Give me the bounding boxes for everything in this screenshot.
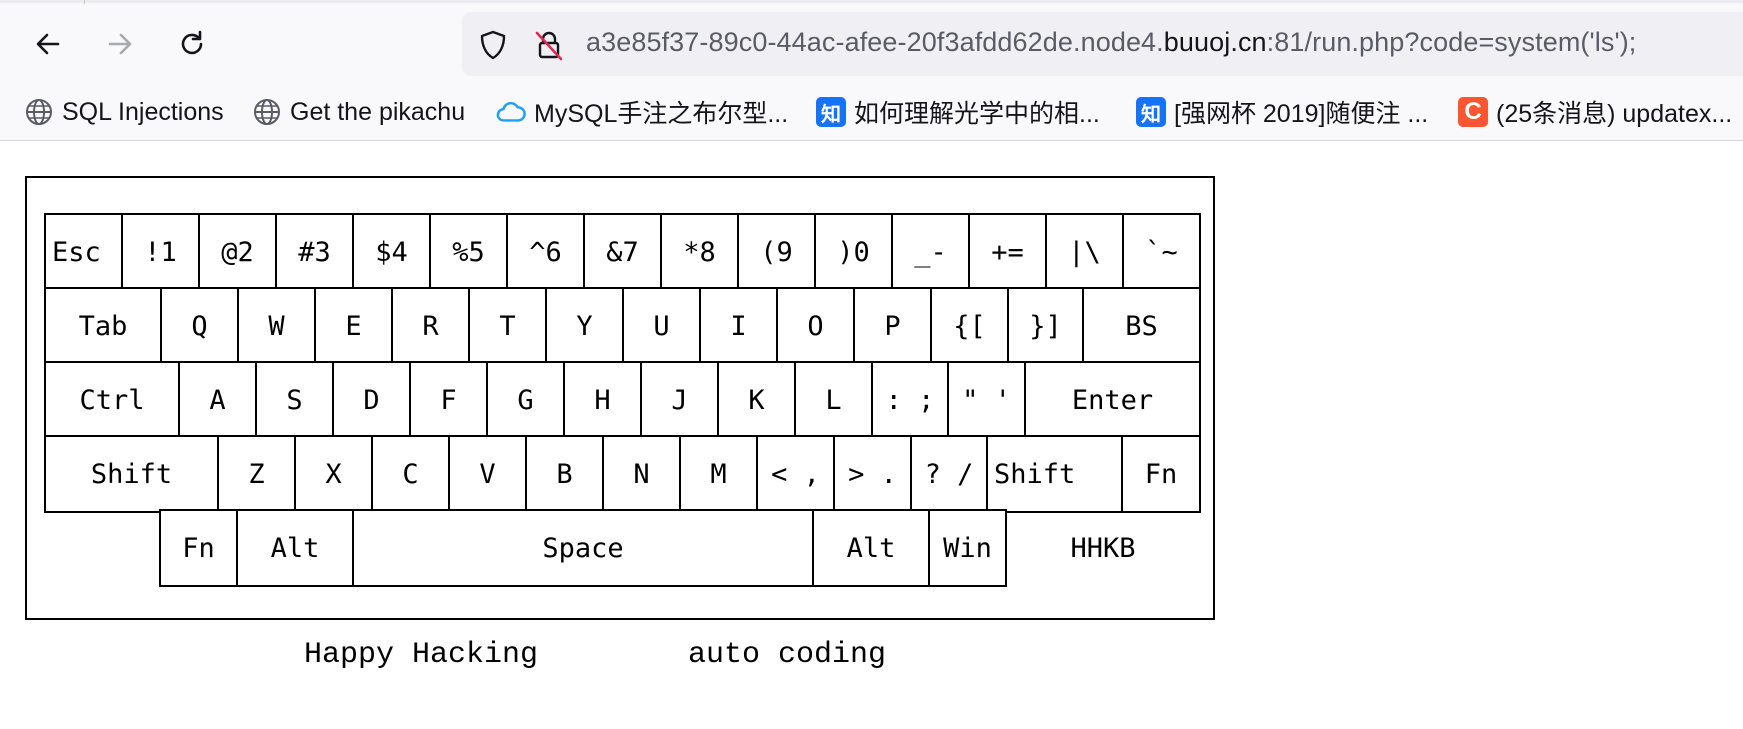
caption-happy-hacking: Happy Hacking <box>304 638 539 672</box>
forward-button[interactable] <box>100 24 140 64</box>
key: C <box>371 435 450 513</box>
key: Z <box>217 435 296 513</box>
csdn-icon: C <box>1458 97 1488 127</box>
key: Enter <box>1024 361 1201 439</box>
key: ^6 <box>506 213 585 291</box>
key: _- <box>891 213 970 291</box>
key: A <box>178 361 257 439</box>
key: !1 <box>121 213 200 291</box>
key: Alt <box>812 509 930 587</box>
key: Tab <box>44 287 162 365</box>
key: S <box>255 361 334 439</box>
key: > . <box>833 435 912 513</box>
bookmark-label: MySQL手注之布尔型... <box>534 100 789 128</box>
key: U <box>622 287 701 365</box>
url-text[interactable]: a3e85f37-89c0-44ac-afee-20f3afdd62de.nod… <box>586 27 1636 58</box>
bookmark-label: 如何理解光学中的相... <box>854 100 1100 128</box>
hhkb-brand-label: HHKB <box>1070 532 1136 564</box>
key: : ; <box>871 361 949 439</box>
key: )0 <box>814 213 893 291</box>
key: += <box>968 213 1047 291</box>
key: Esc <box>44 213 123 291</box>
url-prefix: a3e85f37-89c0-44ac-afee-20f3afdd62de.nod… <box>586 27 1164 57</box>
key: R <box>391 287 470 365</box>
shield-icon[interactable] <box>476 28 510 62</box>
key: P <box>853 287 932 365</box>
key: J <box>640 361 719 439</box>
key: N <box>602 435 681 513</box>
key: E <box>314 287 393 365</box>
key: H <box>563 361 642 439</box>
key: `~ <box>1122 213 1201 291</box>
key: " ' <box>947 361 1026 439</box>
key: Shift <box>986 435 1123 513</box>
caption-auto-coding: auto coding <box>688 638 887 672</box>
key: (9 <box>737 213 816 291</box>
key: L <box>794 361 873 439</box>
key: %5 <box>429 213 508 291</box>
key: {[ <box>930 287 1009 365</box>
key: G <box>486 361 565 439</box>
key: &7 <box>583 213 662 291</box>
bookmark-label: (25条消息) updatex... <box>1496 100 1733 128</box>
bookmark-item[interactable]: Get the pikachu <box>252 92 465 132</box>
key: B <box>525 435 604 513</box>
bookmarks-bar: SQL Injections Get the pikachu MySQL手注之布… <box>0 88 1743 141</box>
bookmark-item[interactable]: 知 如何理解光学中的相... <box>816 92 1100 132</box>
key: ? / <box>910 435 988 513</box>
bookmark-item[interactable]: C (25条消息) updatex... <box>1458 92 1732 132</box>
globe-icon <box>24 97 54 127</box>
key: *8 <box>660 213 739 291</box>
tab-separator <box>84 0 85 4</box>
key: D <box>332 361 411 439</box>
key: W <box>237 287 316 365</box>
key: T <box>468 287 547 365</box>
key: Q <box>160 287 239 365</box>
address-bar[interactable]: a3e85f37-89c0-44ac-afee-20f3afdd62de.nod… <box>462 12 1743 76</box>
key: Win <box>928 509 1007 587</box>
forward-arrow-icon <box>108 33 132 55</box>
url-host: buuoj.cn <box>1163 27 1267 57</box>
key: $4 <box>352 213 431 291</box>
key: V <box>448 435 527 513</box>
key: O <box>776 287 855 365</box>
key: < , <box>756 435 835 513</box>
zhihu-icon: 知 <box>816 97 846 127</box>
key: |\ <box>1045 213 1124 291</box>
key: Y <box>545 287 624 365</box>
key: X <box>294 435 373 513</box>
url-path: :81/run.php?code=system('ls'); <box>1266 27 1637 57</box>
bookmark-label: Get the pikachu <box>290 97 466 126</box>
reload-icon <box>181 30 203 55</box>
key: K <box>717 361 796 439</box>
bookmark-item[interactable]: 知 [强网杯 2019]随便注 ... <box>1136 92 1428 132</box>
browser-toolbar: a3e85f37-89c0-44ac-afee-20f3afdd62de.nod… <box>0 0 1743 88</box>
key: Alt <box>236 509 354 587</box>
bookmark-item[interactable]: MySQL手注之布尔型... <box>496 92 788 132</box>
key: F <box>409 361 488 439</box>
key: BS <box>1082 287 1201 365</box>
bookmark-item[interactable]: SQL Injections <box>24 92 224 132</box>
globe-icon <box>252 97 282 127</box>
bookmark-label: [强网杯 2019]随便注 ... <box>1174 100 1429 128</box>
key: @2 <box>198 213 277 291</box>
key: Space <box>352 509 814 587</box>
key: Fn <box>159 509 238 587</box>
insecure-lock-icon[interactable] <box>532 28 566 62</box>
key: Ctrl <box>44 361 180 439</box>
key: Shift <box>44 435 219 513</box>
zhihu-icon: 知 <box>1136 97 1166 127</box>
reload-button[interactable] <box>172 24 212 64</box>
tab-strip-edge <box>0 0 1743 3</box>
back-button[interactable] <box>28 24 68 64</box>
key: }] <box>1007 287 1084 365</box>
key: Fn <box>1121 435 1201 513</box>
key: I <box>699 287 778 365</box>
cloud-icon <box>496 97 526 127</box>
back-arrow-icon <box>36 33 60 55</box>
key: M <box>679 435 758 513</box>
key: #3 <box>275 213 354 291</box>
bookmark-label: SQL Injections <box>62 97 224 126</box>
